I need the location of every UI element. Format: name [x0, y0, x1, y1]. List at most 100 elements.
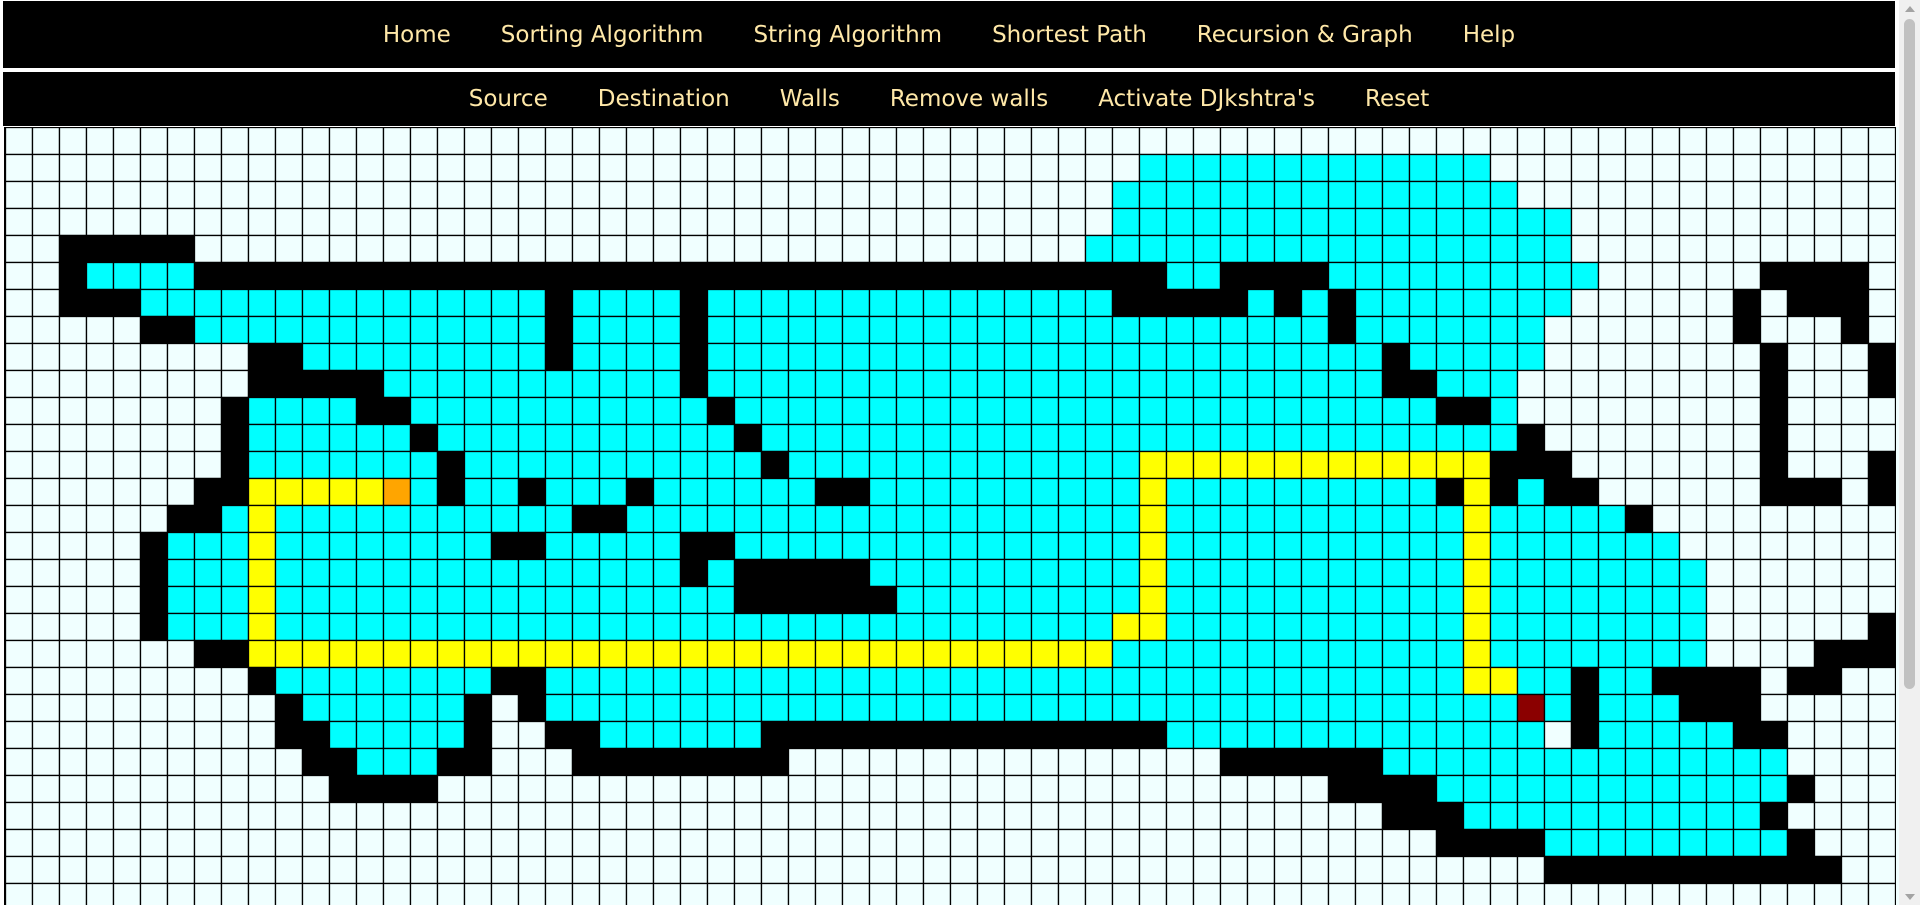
grid-cell[interactable] — [706, 801, 736, 831]
grid-cell[interactable] — [841, 747, 871, 777]
visited-cell[interactable] — [1084, 288, 1114, 318]
grid-cell[interactable] — [355, 153, 385, 183]
visited-cell[interactable] — [1084, 666, 1114, 696]
grid-cell[interactable] — [868, 747, 898, 777]
wall-cell[interactable] — [1570, 720, 1600, 750]
visited-cell[interactable] — [1570, 558, 1600, 588]
grid-cell[interactable] — [1273, 127, 1303, 156]
visited-cell[interactable] — [490, 450, 520, 480]
wall-cell[interactable] — [814, 261, 844, 291]
visited-cell[interactable] — [625, 558, 655, 588]
grid-cell[interactable] — [112, 693, 142, 723]
grid-cell[interactable] — [112, 342, 142, 372]
grid-cell[interactable] — [139, 450, 169, 480]
wall-cell[interactable] — [1462, 396, 1492, 426]
grid-cell[interactable] — [1435, 882, 1465, 905]
grid-cell[interactable] — [436, 180, 466, 210]
path-cell[interactable] — [1462, 666, 1492, 696]
grid-cell[interactable] — [679, 855, 709, 885]
grid-cell[interactable] — [5, 720, 34, 750]
visited-cell[interactable] — [1489, 531, 1519, 561]
grid-cell[interactable] — [1651, 342, 1681, 372]
visited-cell[interactable] — [1219, 342, 1249, 372]
grid-cell[interactable] — [112, 855, 142, 885]
grid-cell[interactable] — [1759, 288, 1789, 318]
visited-cell[interactable] — [463, 450, 493, 480]
grid-cell[interactable] — [895, 855, 925, 885]
visited-cell[interactable] — [1273, 477, 1303, 507]
wall-cell[interactable] — [706, 531, 736, 561]
grid-cell[interactable] — [1786, 180, 1816, 210]
grid-cell[interactable] — [328, 207, 358, 237]
visited-cell[interactable] — [166, 585, 196, 615]
visited-cell[interactable] — [1624, 774, 1654, 804]
path-cell[interactable] — [1138, 558, 1168, 588]
visited-cell[interactable] — [1300, 234, 1330, 264]
visited-cell[interactable] — [1192, 369, 1222, 399]
grid-cell[interactable] — [1786, 153, 1816, 183]
visited-cell[interactable] — [1192, 477, 1222, 507]
grid-cell[interactable] — [1705, 558, 1735, 588]
grid-cell[interactable] — [1165, 828, 1195, 858]
grid-cell[interactable] — [58, 720, 88, 750]
grid-cell[interactable] — [193, 207, 223, 237]
grid-cell[interactable] — [814, 801, 844, 831]
grid-cell[interactable] — [193, 423, 223, 453]
visited-cell[interactable] — [949, 558, 979, 588]
visited-cell[interactable] — [1003, 558, 1033, 588]
grid-cell[interactable] — [328, 828, 358, 858]
visited-cell[interactable] — [1543, 828, 1573, 858]
visited-cell[interactable] — [1219, 369, 1249, 399]
visited-cell[interactable] — [1111, 585, 1141, 615]
visited-cell[interactable] — [1597, 612, 1627, 642]
visited-cell[interactable] — [1732, 747, 1762, 777]
visited-cell[interactable] — [1246, 369, 1276, 399]
grid-cell[interactable] — [1786, 207, 1816, 237]
visited-cell[interactable] — [193, 558, 223, 588]
visited-cell[interactable] — [355, 693, 385, 723]
visited-cell[interactable] — [544, 531, 574, 561]
grid-cell[interactable] — [1003, 828, 1033, 858]
visited-cell[interactable] — [760, 666, 790, 696]
grid-cell[interactable] — [571, 127, 601, 156]
visited-cell[interactable] — [814, 612, 844, 642]
grid-cell[interactable] — [1057, 801, 1087, 831]
grid-cell[interactable] — [490, 693, 520, 723]
grid-cell[interactable] — [517, 828, 547, 858]
visited-cell[interactable] — [1408, 504, 1438, 534]
path-cell[interactable] — [1462, 477, 1492, 507]
grid-cell[interactable] — [706, 774, 736, 804]
grid-cell[interactable] — [5, 747, 34, 777]
visited-cell[interactable] — [1003, 315, 1033, 345]
grid-cell[interactable] — [1867, 315, 1896, 345]
grid-cell[interactable] — [1651, 288, 1681, 318]
wall-cell[interactable] — [301, 747, 331, 777]
grid-cell[interactable] — [949, 234, 979, 264]
visited-cell[interactable] — [841, 315, 871, 345]
visited-cell[interactable] — [1300, 477, 1330, 507]
grid-cell[interactable] — [409, 801, 439, 831]
grid-cell[interactable] — [1840, 342, 1870, 372]
visited-cell[interactable] — [1489, 234, 1519, 264]
visited-cell[interactable] — [841, 666, 871, 696]
visited-cell[interactable] — [247, 315, 277, 345]
grid-cell[interactable] — [1570, 369, 1600, 399]
grid-cell[interactable] — [1813, 720, 1843, 750]
wall-cell[interactable] — [1516, 450, 1546, 480]
visited-cell[interactable] — [868, 666, 898, 696]
grid-cell[interactable] — [760, 207, 790, 237]
grid-cell[interactable] — [436, 855, 466, 885]
path-cell[interactable] — [1138, 504, 1168, 534]
grid-cell[interactable] — [1246, 127, 1276, 156]
visited-cell[interactable] — [760, 369, 790, 399]
wall-cell[interactable] — [1840, 288, 1870, 318]
visited-cell[interactable] — [1165, 531, 1195, 561]
grid-cell[interactable] — [1192, 855, 1222, 885]
grid-cell[interactable] — [31, 612, 61, 642]
grid-cell[interactable] — [5, 261, 34, 291]
wall-cell[interactable] — [1570, 693, 1600, 723]
grid-cell[interactable] — [5, 693, 34, 723]
path-cell[interactable] — [355, 477, 385, 507]
wall-cell[interactable] — [1354, 774, 1384, 804]
grid-cell[interactable] — [652, 774, 682, 804]
